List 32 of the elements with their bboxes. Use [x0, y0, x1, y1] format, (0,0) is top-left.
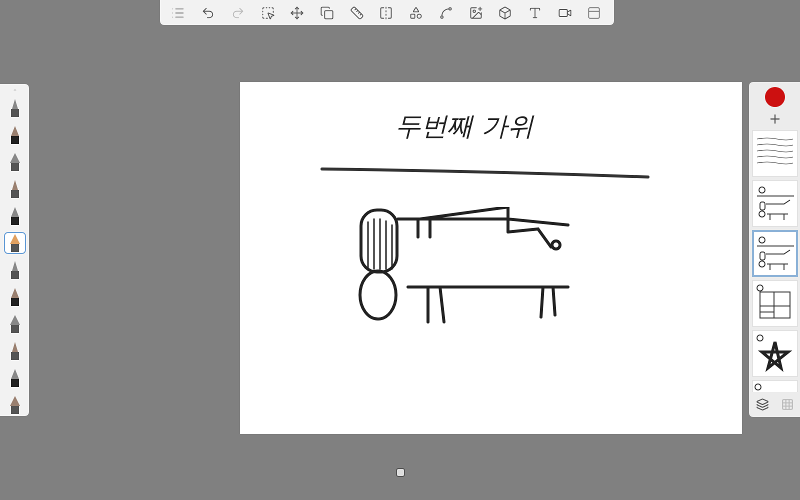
layers-icon[interactable] [756, 398, 768, 411]
brush-icon [8, 287, 20, 307]
selection-icon[interactable] [260, 6, 275, 20]
mirror-icon[interactable] [379, 6, 394, 20]
undo-icon[interactable] [201, 6, 216, 20]
layer-thumbnail[interactable] [752, 230, 798, 277]
curve-icon[interactable] [438, 6, 453, 20]
ruler-icon[interactable] [350, 6, 364, 20]
canvas-heading: 두번째 가위 [395, 111, 534, 144]
add-layer-icon[interactable] [768, 112, 782, 126]
move-icon[interactable] [290, 6, 304, 20]
text-icon[interactable] [528, 6, 542, 20]
window-icon[interactable] [587, 6, 602, 20]
brush-icon [8, 368, 20, 388]
image-icon[interactable] [468, 6, 483, 20]
layer-circle-icon [754, 383, 762, 391]
brush-icon [8, 260, 20, 280]
cube-icon[interactable] [498, 6, 512, 20]
brush-icon [8, 206, 20, 226]
copy-icon[interactable] [320, 6, 334, 20]
brush-icon [8, 233, 20, 253]
brush-icon [8, 125, 20, 145]
shapes-icon[interactable] [409, 6, 424, 20]
brush-icon [8, 179, 20, 199]
brush-icon [8, 314, 20, 334]
brush-icon [8, 152, 20, 172]
brush-icon [8, 98, 20, 118]
puck-icon[interactable] [396, 468, 404, 477]
brush-button[interactable] [4, 232, 26, 254]
brush-icon [8, 341, 20, 361]
color-swatch[interactable] [764, 87, 784, 107]
brush-icon [8, 395, 20, 415]
